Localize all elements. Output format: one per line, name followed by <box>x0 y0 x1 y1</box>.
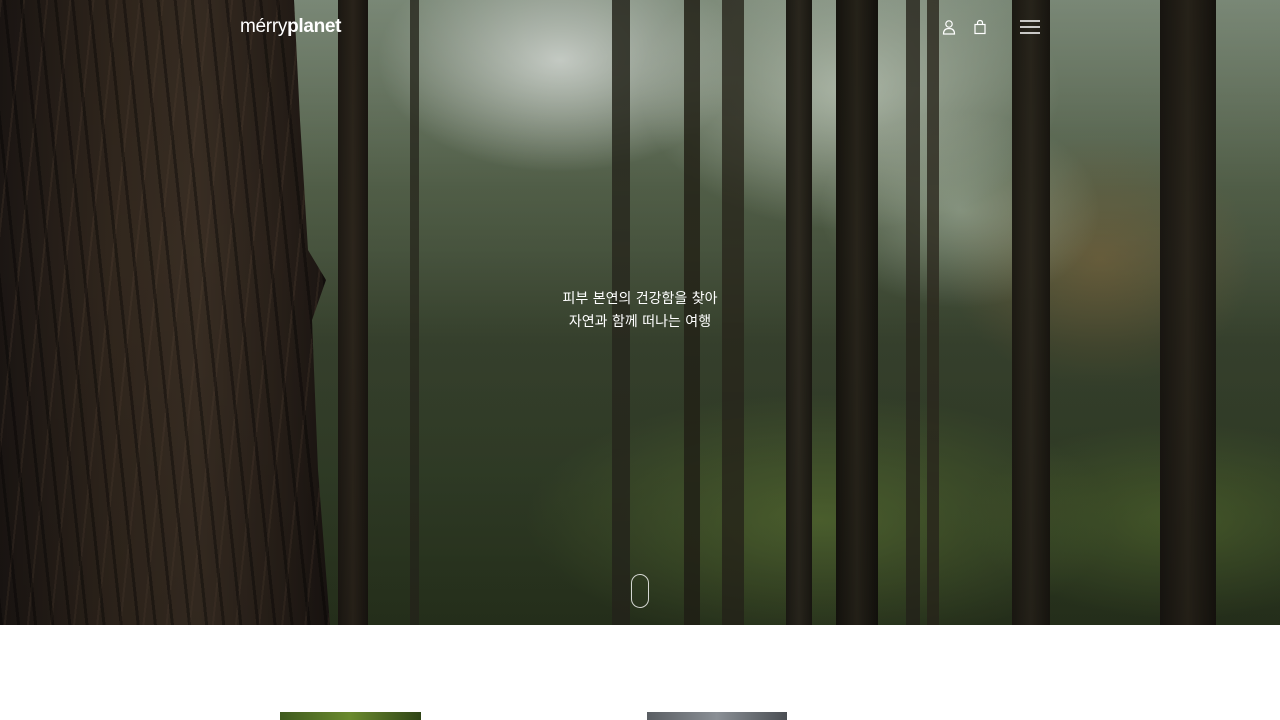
logo[interactable]: mérry planet <box>240 16 342 38</box>
logo-text-light: mérry <box>240 16 288 37</box>
hero-tagline-line1: 피부 본연의 건강함을 찾아 <box>562 291 718 307</box>
hero-section: mérry planet 피부 본연의 건강함을 찾아 자연과 함께 떠나는 여행 <box>0 0 1280 625</box>
shopping-bag-icon[interactable] <box>971 18 989 36</box>
user-icon[interactable] <box>940 18 958 36</box>
hero-tagline-line2: 자연과 함께 떠나는 여행 <box>568 314 712 330</box>
scroll-down-icon[interactable] <box>631 574 649 608</box>
hamburger-menu-icon[interactable] <box>1019 18 1041 36</box>
content-thumbnail[interactable] <box>647 712 787 720</box>
logo-text-bold: planet <box>287 16 342 37</box>
hero-tagline: 피부 본연의 건강함을 찾아 자연과 함께 떠나는 여행 <box>440 288 840 334</box>
content-thumbnail[interactable] <box>280 712 421 720</box>
